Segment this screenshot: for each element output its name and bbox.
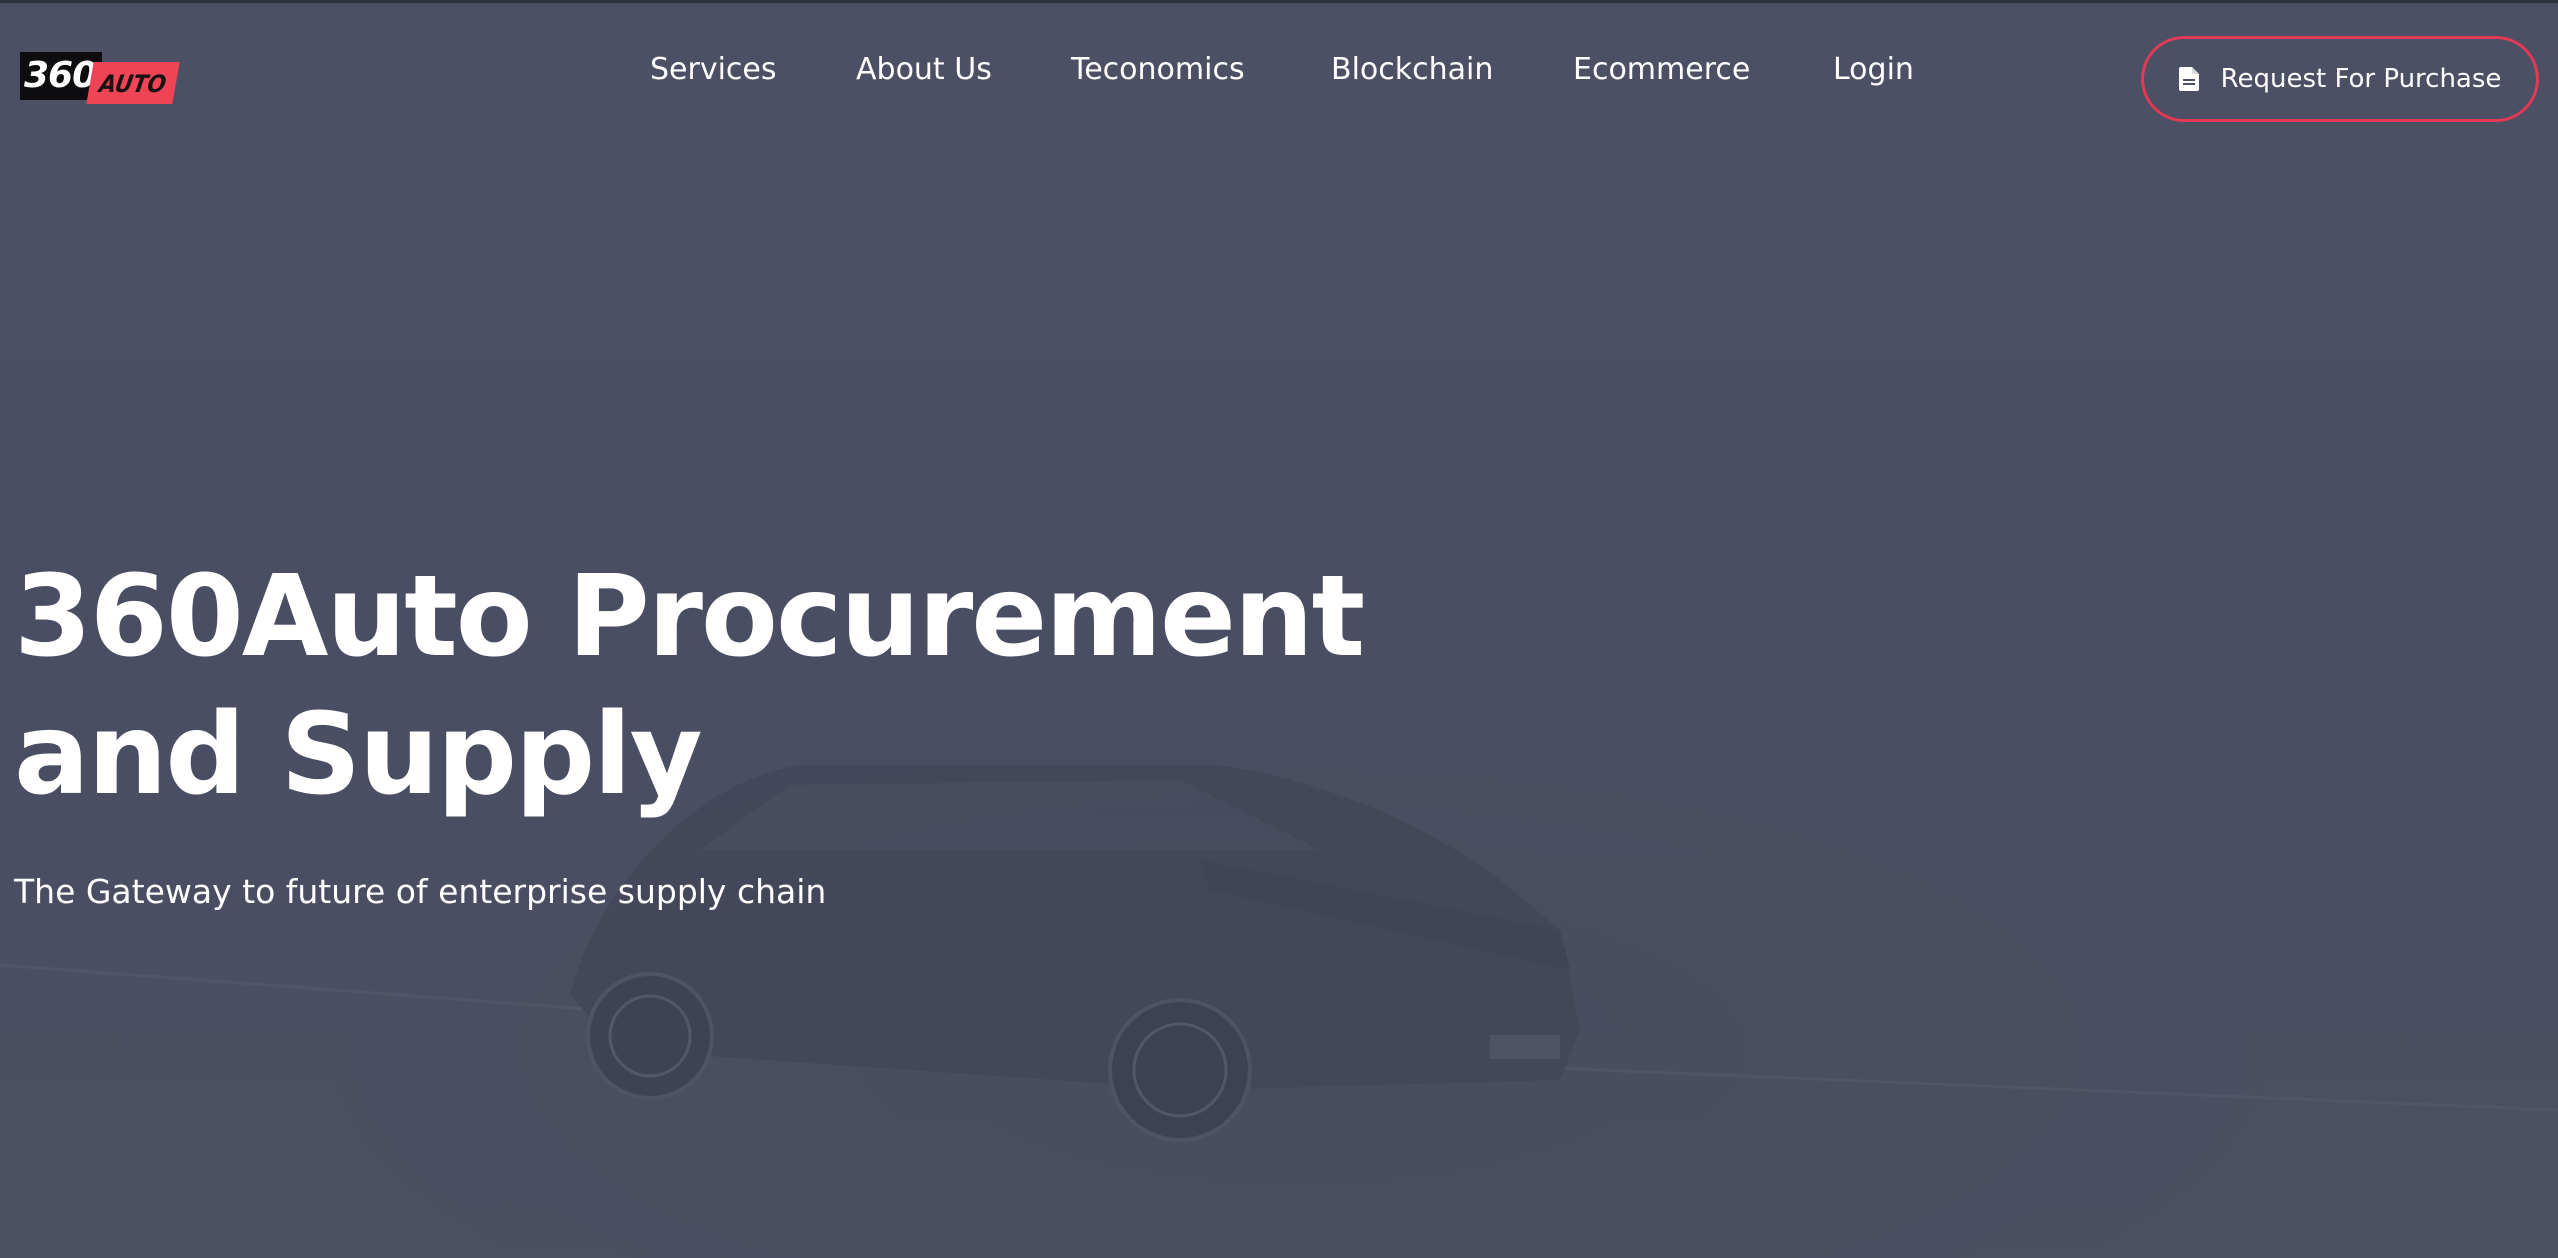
nav-item-ecommerce[interactable]: Ecommerce [1573,48,1750,92]
nav-item-blockchain[interactable]: Blockchain [1331,48,1493,92]
request-for-purchase-button[interactable]: Request For Purchase [2141,36,2539,122]
nav-item-about-us[interactable]: About Us [856,48,992,92]
hero-title-line-1: 360Auto Procurement [14,552,1365,682]
nav-item-teconomics[interactable]: Teconomics [1071,48,1245,92]
brand-logo[interactable]: 360 AUTO [20,52,180,106]
hero-title: 360Auto Procurement and Supply [14,548,1365,824]
hero-title-line-2: and Supply [14,690,703,820]
logo-word: AUTO [86,62,180,104]
hero-subtitle: The Gateway to future of enterprise supp… [14,872,827,911]
nav-item-services[interactable]: Services [650,48,777,92]
window-top-edge [0,0,2558,3]
nav-item-login[interactable]: Login [1833,48,1914,92]
request-for-purchase-label: Request For Purchase [2220,64,2502,94]
document-icon [2178,67,2199,91]
